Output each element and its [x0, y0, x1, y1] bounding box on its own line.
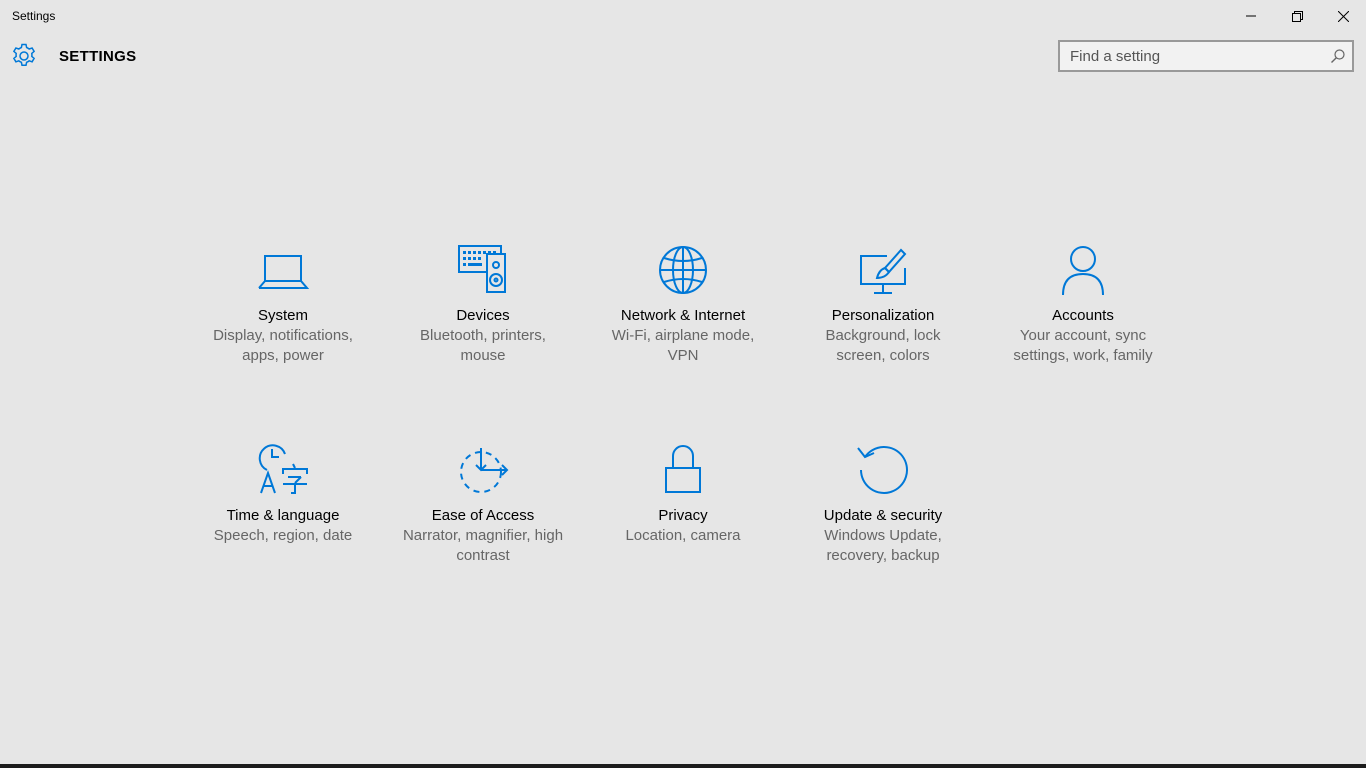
title-bar: Settings — [0, 0, 1366, 32]
settings-header: SETTINGS — [0, 40, 1366, 74]
category-description: Narrator, magnifier, high contrast — [402, 527, 564, 564]
close-button[interactable] — [1320, 0, 1366, 32]
category-title: Accounts — [1052, 307, 1114, 324]
page-title: SETTINGS — [59, 48, 137, 65]
category-devices[interactable]: Devices Bluetooth, printers, mouse — [398, 244, 568, 366]
ease-of-access-icon — [460, 448, 509, 493]
laptop-icon — [258, 255, 310, 289]
minimize-icon — [1246, 15, 1256, 17]
category-title: Ease of Access — [431, 507, 535, 524]
window-title: Settings — [12, 9, 56, 23]
devices-icon — [458, 245, 506, 293]
person-icon — [1062, 246, 1104, 296]
category-accounts[interactable]: Accounts Your account, sync settings, wo… — [998, 244, 1168, 366]
category-description: Display, notifications, apps, power — [213, 327, 353, 364]
personalization-icon — [860, 248, 907, 294]
category-personalization[interactable]: Personalization Background, lock screen,… — [798, 244, 968, 366]
search-input[interactable] — [1060, 42, 1320, 70]
globe-icon — [659, 246, 707, 294]
restore-icon — [1291, 10, 1303, 22]
taskbar-edge — [0, 764, 1366, 768]
lock-icon — [665, 445, 701, 493]
refresh-icon — [857, 446, 908, 494]
search-icon[interactable] — [1330, 48, 1346, 64]
gear-icon — [12, 43, 36, 67]
category-description: Background, lock screen, colors — [825, 327, 941, 364]
time-language-icon — [258, 444, 308, 494]
category-title: Personalization — [831, 307, 935, 324]
category-description: Location, camera — [625, 527, 741, 544]
category-title: Network & Internet — [620, 307, 746, 324]
close-icon — [1337, 10, 1349, 22]
category-ease-of-access[interactable]: Ease of Access Narrator, magnifier, high… — [398, 444, 568, 566]
category-description: Speech, region, date — [213, 527, 353, 544]
category-network[interactable]: Network & Internet Wi-Fi, airplane mode,… — [598, 244, 768, 366]
category-description: Wi-Fi, airplane mode, VPN — [611, 327, 755, 364]
category-title: System — [257, 307, 308, 324]
category-description: Windows Update, recovery, backup — [824, 527, 942, 564]
category-title: Devices — [456, 307, 510, 324]
category-privacy[interactable]: Privacy Location, camera — [598, 444, 768, 546]
category-update-security[interactable]: Update & security Windows Update, recove… — [798, 444, 968, 566]
category-title: Privacy — [658, 507, 708, 524]
category-title: Update & security — [823, 507, 943, 524]
category-system[interactable]: System Display, notifications, apps, pow… — [198, 244, 368, 366]
restore-button[interactable] — [1274, 0, 1320, 32]
minimize-button[interactable] — [1228, 0, 1274, 32]
category-time-language[interactable]: Time & language Speech, region, date — [198, 444, 368, 546]
category-description: Your account, sync settings, work, famil… — [1013, 327, 1153, 364]
category-description: Bluetooth, printers, mouse — [420, 327, 546, 364]
search-box[interactable] — [1058, 40, 1354, 72]
category-title: Time & language — [226, 507, 340, 524]
